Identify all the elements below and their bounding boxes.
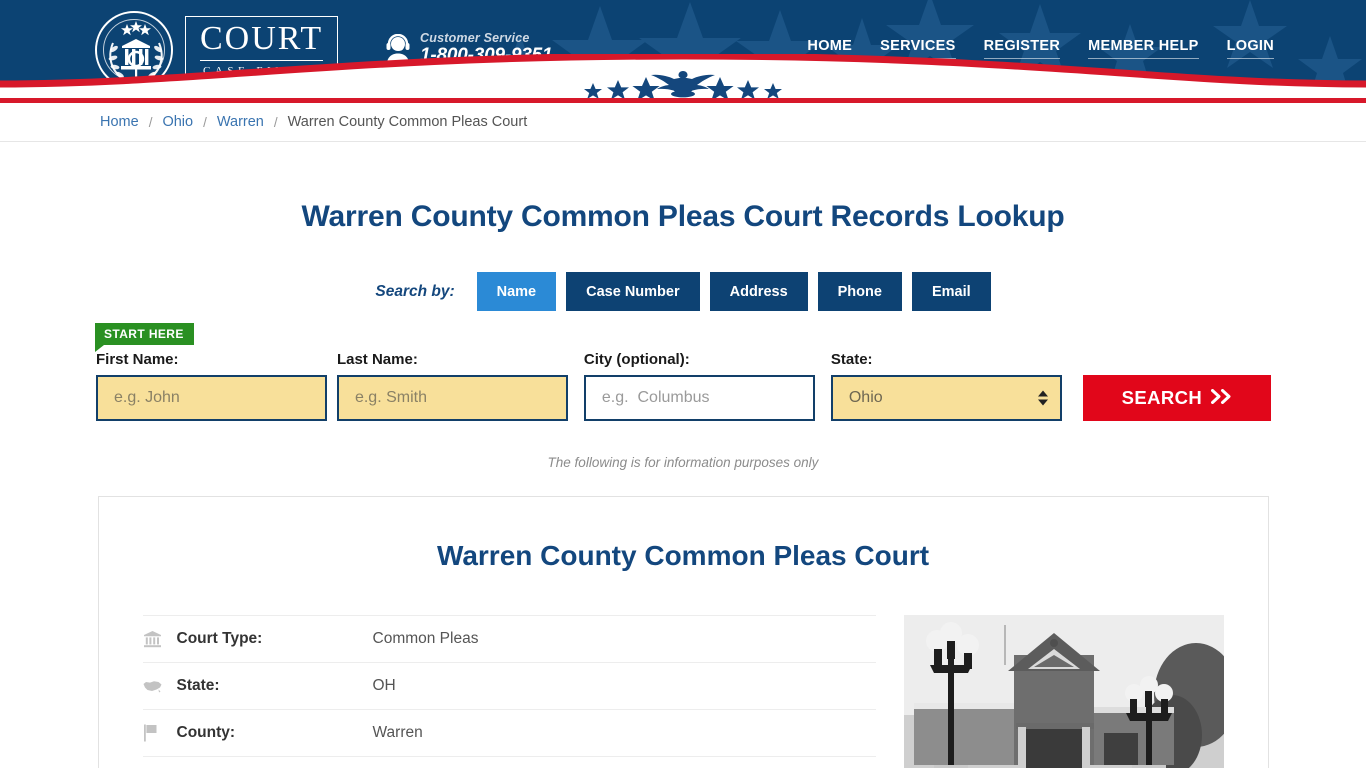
eagle-star-decoration [0, 70, 1366, 98]
detail-label: County: [176, 724, 236, 741]
city-field-group: City (optional): [583, 351, 815, 421]
customer-service-label: Customer Service [420, 31, 530, 45]
tab-case-number[interactable]: Case Number [566, 272, 700, 311]
detail-label: Court Type: [176, 630, 263, 647]
table-row: State: OH [142, 663, 876, 710]
tab-address[interactable]: Address [709, 272, 808, 311]
last-name-label: Last Name: [336, 351, 418, 368]
table-row: County: Warren [142, 710, 876, 757]
breadcrumb-item-warren[interactable]: Warren [217, 114, 264, 130]
courthouse-photo [903, 615, 1224, 768]
search-fields-row: First Name: Last Name: City (optional): … [96, 311, 1271, 421]
state-select[interactable] [830, 375, 1062, 421]
detail-value: OH [372, 677, 396, 694]
search-button[interactable]: SEARCH [1082, 375, 1271, 421]
tab-name[interactable]: Name [476, 272, 557, 311]
state-select-wrapper [830, 375, 1062, 421]
search-form: START HERE First Name: Last Name: City (… [95, 311, 1271, 421]
breadcrumb-item-home[interactable]: Home [100, 114, 139, 130]
map-usa-icon [143, 679, 177, 694]
court-card-title: Warren County Common Pleas Court [436, 540, 930, 571]
first-name-input[interactable] [96, 375, 327, 421]
table-row: Court Type: Common Pleas [142, 616, 876, 663]
site-header: COURT CASE FINDER Customer Service 1-800… [0, 0, 1366, 98]
detail-value: Warren [372, 724, 423, 741]
search-button-label: SEARCH [1121, 387, 1203, 408]
state-field-group: State: [830, 351, 1062, 421]
court-card-body: Court Type: Common Pleas State: OH Count… [99, 615, 1268, 768]
last-name-field-group: Last Name: [336, 351, 568, 421]
double-chevron-right-icon [1211, 387, 1232, 409]
state-label: State: [830, 351, 873, 368]
page-title: Warren County Common Pleas Court Records… [301, 200, 1065, 233]
start-here-badge: START HERE [95, 323, 194, 352]
tab-phone[interactable]: Phone [817, 272, 902, 311]
breadcrumb: Home / Ohio / Warren / Warren County Com… [0, 103, 1366, 142]
search-type-tabs: Search by: Name Case Number Address Phon… [0, 272, 1366, 311]
city-input[interactable] [583, 375, 815, 421]
info-note: The following is for information purpose… [547, 455, 819, 470]
breadcrumb-item-ohio[interactable]: Ohio [162, 114, 193, 130]
tab-email[interactable]: Email [911, 272, 991, 311]
flag-icon [143, 724, 177, 742]
breadcrumb-separator: / [148, 114, 153, 130]
breadcrumb-separator: / [203, 114, 207, 130]
detail-value: Common Pleas [372, 630, 479, 647]
detail-label: State: [176, 677, 220, 694]
breadcrumb-item-current: Warren County Common Pleas Court [287, 114, 528, 130]
first-name-field-group: First Name: [96, 351, 327, 421]
court-info-card: Warren County Common Pleas Court Court T… [97, 496, 1269, 768]
first-name-label: First Name: [96, 351, 179, 368]
city-label: City (optional): [583, 351, 690, 368]
search-by-label: Search by: [375, 282, 455, 300]
court-detail-table: Court Type: Common Pleas State: OH Count… [142, 615, 876, 768]
courthouse-icon [143, 630, 177, 648]
breadcrumb-separator: / [273, 114, 278, 130]
last-name-input[interactable] [336, 375, 568, 421]
